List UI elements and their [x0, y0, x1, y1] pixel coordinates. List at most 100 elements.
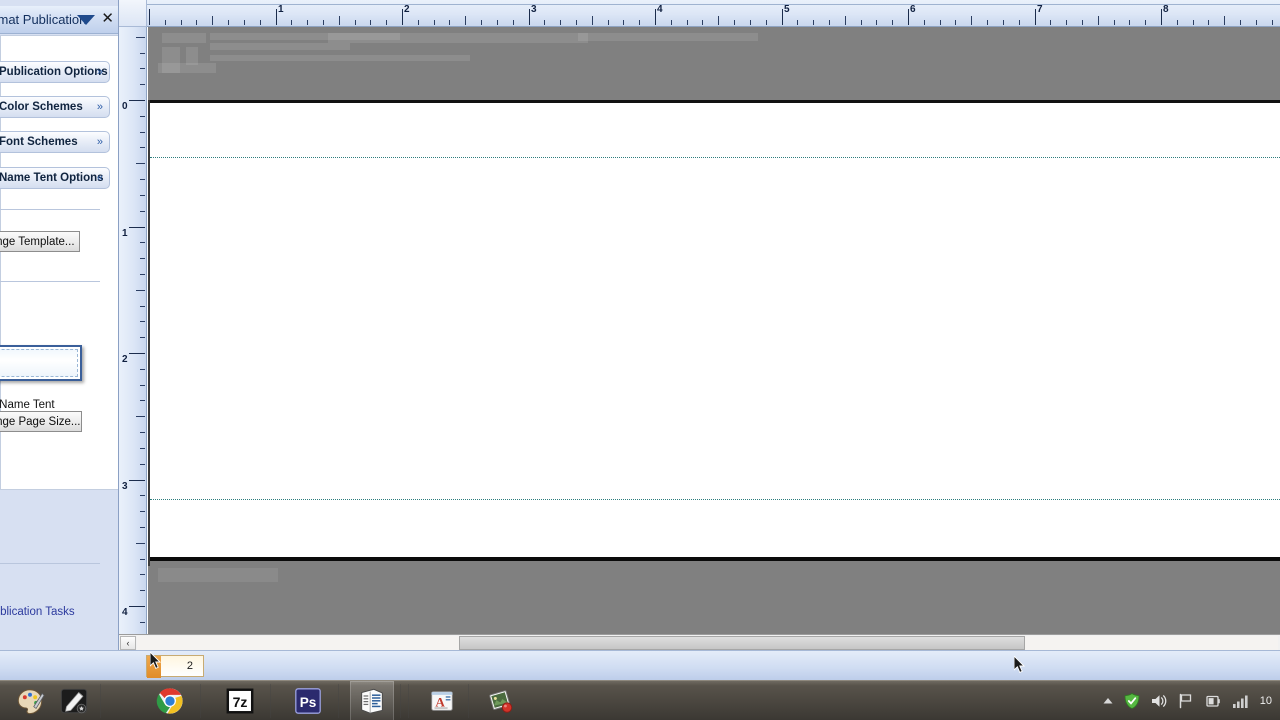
scroll-left-arrow-icon[interactable]: ‹ [120, 636, 136, 650]
network-signal-icon[interactable] [1231, 692, 1251, 710]
thumbnail-inner [0, 349, 78, 377]
ruler-tick [1098, 16, 1099, 25]
taskbar-clock[interactable]: 10 [1260, 695, 1272, 707]
ruler-tick [140, 147, 145, 148]
taskbar-separator [200, 684, 201, 718]
taskbar-item-publisher[interactable] [350, 681, 394, 720]
vertical-ruler[interactable]: 0 1 2 3 4 [119, 27, 147, 634]
ruler-tick [1114, 20, 1115, 25]
ruler-tick [140, 464, 145, 465]
sevenzip-icon: 7z [226, 688, 254, 714]
ruler-tick [702, 20, 703, 25]
chevron-down-icon[interactable] [77, 15, 95, 25]
divider [0, 563, 100, 564]
ruler-tick [576, 20, 577, 25]
ruler-tick [136, 290, 145, 291]
ruler-tick [924, 20, 925, 25]
taskbar-item-chrome[interactable] [148, 681, 192, 720]
ruler-tick [813, 20, 814, 25]
taskbar-item-photoshop[interactable]: Ps [286, 681, 330, 720]
ruler-tick [861, 20, 862, 25]
horizontal-ruler[interactable]: 1 2 3 4 5 6 7 8 [147, 0, 1280, 27]
ruler-tick [955, 20, 956, 25]
ruler-tick [1256, 20, 1257, 25]
page-tab-marker-icon [147, 656, 161, 678]
ruler-tick [940, 20, 941, 25]
ruler-tick [1161, 9, 1162, 25]
taskbar-item-fonts[interactable]: A [420, 681, 464, 720]
ruler-tick [355, 20, 356, 25]
ruler-label: 5 [784, 4, 790, 15]
change-page-size-button[interactable]: Change Page Size... [0, 411, 82, 432]
taskbar-separator [400, 684, 401, 718]
system-tray: 10 [1102, 681, 1280, 720]
ruler-tick [481, 20, 482, 25]
section-header-publication-options[interactable]: Publication Options » [0, 61, 110, 83]
ruler-tick [136, 163, 145, 164]
ruler-tick [140, 321, 145, 322]
ruler-tick [140, 559, 145, 560]
ruler-tick [129, 480, 145, 481]
section-header-color-schemes[interactable]: Color Schemes » [0, 96, 110, 118]
ruler-tick [1208, 20, 1209, 25]
chrome-icon [156, 688, 183, 714]
ruler-tick [750, 20, 751, 25]
document-canvas[interactable] [148, 27, 1280, 634]
ruler-tick [718, 16, 719, 25]
ruler-tick [1224, 16, 1225, 25]
ruler-tick [639, 20, 640, 25]
taskbar-item-paint[interactable] [8, 681, 52, 720]
ruler-tick [766, 20, 767, 25]
ruler-tick [196, 20, 197, 25]
ruler-corner[interactable] [119, 0, 147, 27]
taskbar-item-7zip[interactable]: 7z [218, 681, 262, 720]
ruler-tick [1193, 20, 1194, 25]
shield-green-icon[interactable] [1123, 692, 1141, 710]
page-thumbnail-tab[interactable]: 2 [146, 655, 204, 678]
ruler-tick [1082, 20, 1083, 25]
section-label: Font Schemes [0, 136, 78, 148]
scrollbar-thumb[interactable] [459, 636, 1025, 650]
ruler-tick [140, 400, 145, 401]
ruler-tick [140, 132, 145, 133]
ruler-tick [140, 258, 145, 259]
ruler-tick [1003, 20, 1004, 25]
publication-tasks-link[interactable]: Publication Tasks [0, 606, 75, 618]
ruler-tick [212, 16, 213, 25]
show-hidden-icons-arrow[interactable] [1102, 695, 1114, 707]
ruler-tick [608, 20, 609, 25]
ruler-tick [402, 9, 403, 25]
svg-text:A: A [435, 695, 445, 710]
volume-icon[interactable] [1150, 692, 1168, 710]
ruler-tick [140, 116, 145, 117]
ruler-top-line [147, 4, 1280, 5]
ruler-tick [1050, 20, 1051, 25]
scrollbar-track[interactable] [137, 636, 1278, 650]
taskbar-separator [100, 684, 101, 718]
ruler-tick [544, 20, 545, 25]
taskbar-item-photo-viewer[interactable] [478, 681, 522, 720]
ruler-tick [529, 9, 530, 25]
ruler-label: 3 [531, 4, 537, 15]
ruler-tick [1272, 20, 1273, 25]
ruler-tick [497, 20, 498, 25]
ruler-tick [165, 20, 166, 25]
ruler-label: 1 [122, 228, 128, 239]
ruler-tick [339, 16, 340, 25]
change-template-button[interactable]: Change Template... [0, 231, 80, 252]
section-header-font-schemes[interactable]: Font Schemes » [0, 131, 110, 153]
taskbar-separator [338, 684, 339, 718]
chevron-double-down-icon: » [96, 101, 103, 113]
page-size-preview-thumbnail[interactable] [0, 345, 82, 381]
publication-page[interactable] [150, 100, 1280, 561]
ruler-label: 3 [122, 481, 128, 492]
battery-icon[interactable] [1204, 692, 1222, 710]
ruler-tick [140, 432, 145, 433]
ruler-tick [655, 9, 656, 25]
horizontal-scrollbar[interactable]: ‹ [119, 634, 1280, 650]
section-header-name-tent-options[interactable]: Name Tent Options « [0, 167, 110, 189]
action-center-flag-icon[interactable] [1177, 692, 1195, 710]
ruler-tick [136, 416, 145, 417]
taskbar-item-pen-tool[interactable] [52, 681, 96, 720]
close-icon[interactable]: ✕ [101, 10, 114, 28]
